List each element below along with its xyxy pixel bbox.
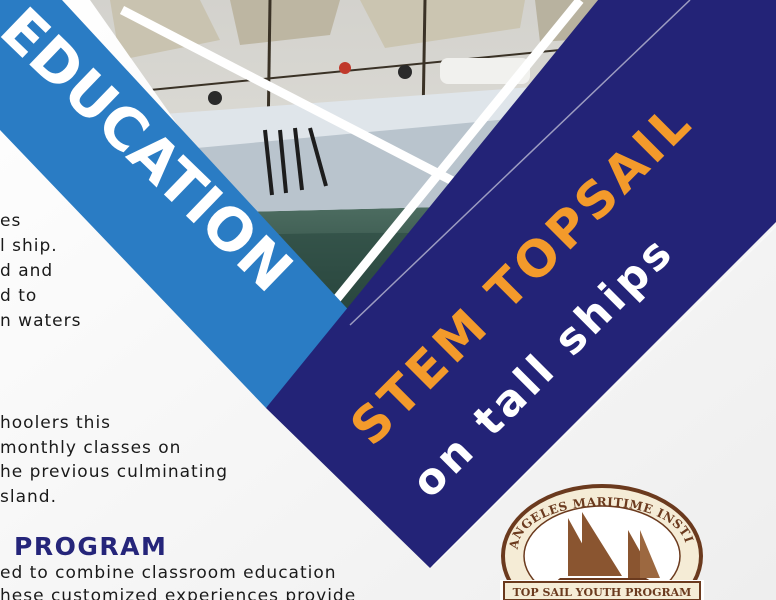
flyer-artwork: T EDUCATION STEM TOPSAIL on tall ships L…	[0, 0, 776, 600]
flyer: T EDUCATION STEM TOPSAIL on tall ships L…	[0, 0, 776, 600]
body-text-line: hese customized experiences provide	[0, 586, 357, 600]
logo-bottom-text: TOP SAIL YOUTH PROGRAM	[513, 586, 692, 599]
body-text-line: es	[0, 211, 22, 231]
body-text-line: hoolers this	[0, 413, 112, 433]
body-text-line: ed to combine classroom education	[0, 563, 337, 583]
body-text-line: monthly classes on	[0, 438, 182, 458]
body-text-line: n waters	[0, 311, 82, 331]
body-text-line: d and	[0, 261, 54, 281]
body-text-line: sland.	[0, 487, 57, 507]
body-text-line: d to	[0, 286, 38, 306]
program-heading: PROGRAM	[14, 532, 168, 561]
body-text-line: he previous culminating	[0, 462, 228, 482]
body-text-line: l ship.	[0, 236, 58, 256]
